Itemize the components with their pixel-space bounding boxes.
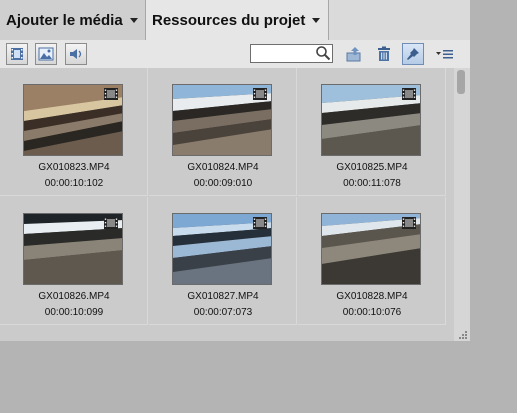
video-thumbnail [172, 213, 272, 285]
tab-project-resources[interactable]: Ressources du projet [146, 0, 329, 40]
view-menu-button[interactable] [434, 43, 456, 65]
film-icon [104, 217, 118, 229]
clip-duration: 00:00:10:076 [342, 307, 402, 318]
film-icon [402, 88, 416, 100]
search-input[interactable] [250, 44, 333, 63]
film-icon [402, 217, 416, 229]
pin-icon [407, 48, 419, 60]
tab-bar: Ajouter le média Ressources du projet [0, 0, 470, 41]
clip-duration: 00:00:07:073 [193, 307, 253, 318]
chevron-down-icon [312, 17, 321, 23]
clip-duration: 00:00:09:010 [193, 178, 253, 189]
import-icon [346, 47, 361, 62]
audio-filter-button[interactable] [65, 43, 87, 65]
video-thumbnail [321, 213, 421, 285]
clip-name: GX010823.MP4 [38, 162, 110, 173]
clip-duration: 00:00:11:078 [343, 178, 401, 189]
video-thumbnail [23, 84, 123, 156]
media-item[interactable]: GX010827.MP4 00:00:07:073 [149, 197, 297, 325]
media-item[interactable]: GX010828.MP4 00:00:10:076 [298, 197, 446, 325]
film-icon [253, 217, 267, 229]
media-grid: GX010823.MP4 00:00:10:102 GX010824.MP4 0… [0, 68, 454, 341]
clip-duration: 00:00:10:099 [44, 307, 104, 318]
scrollbar-thumb[interactable] [457, 70, 465, 94]
tab-bar-filler [329, 0, 470, 41]
media-item[interactable]: GX010823.MP4 00:00:10:102 [0, 68, 148, 196]
menu-icon [436, 50, 453, 59]
clip-name: GX010824.MP4 [187, 162, 259, 173]
import-button[interactable] [343, 43, 365, 65]
clip-name: GX010825.MP4 [336, 162, 408, 173]
tab-add-media-label: Ajouter le média [6, 11, 123, 29]
clip-name: GX010827.MP4 [187, 291, 259, 302]
video-thumbnail [23, 213, 123, 285]
video-thumbnail [172, 84, 272, 156]
pin-button[interactable] [402, 43, 424, 65]
search-icon [316, 46, 331, 61]
film-view-icon [11, 48, 23, 60]
video-thumbnail [321, 84, 421, 156]
clip-name: GX010828.MP4 [336, 291, 408, 302]
audio-view-icon [70, 49, 82, 59]
trash-icon [378, 46, 390, 61]
film-icon [253, 88, 267, 100]
image-view-icon [38, 47, 54, 61]
media-item[interactable]: GX010825.MP4 00:00:11:078 [298, 68, 446, 196]
tab-add-media[interactable]: Ajouter le média [0, 0, 146, 40]
vertical-scrollbar[interactable] [454, 68, 470, 341]
resize-grip-icon[interactable] [459, 331, 468, 340]
project-resources-panel: Ajouter le média Ressources du projet GX… [0, 0, 470, 341]
media-item[interactable]: GX010826.MP4 00:00:10:099 [0, 197, 148, 325]
film-icon [104, 88, 118, 100]
image-filter-button[interactable] [35, 43, 57, 65]
media-item[interactable]: GX010824.MP4 00:00:09:010 [149, 68, 297, 196]
clip-duration: 00:00:10:102 [44, 178, 104, 189]
delete-button[interactable] [373, 43, 395, 65]
tab-project-resources-label: Ressources du projet [152, 11, 306, 29]
toolbar [0, 40, 470, 68]
video-filter-button[interactable] [6, 43, 28, 65]
chevron-down-icon [129, 17, 138, 23]
clip-name: GX010826.MP4 [38, 291, 110, 302]
